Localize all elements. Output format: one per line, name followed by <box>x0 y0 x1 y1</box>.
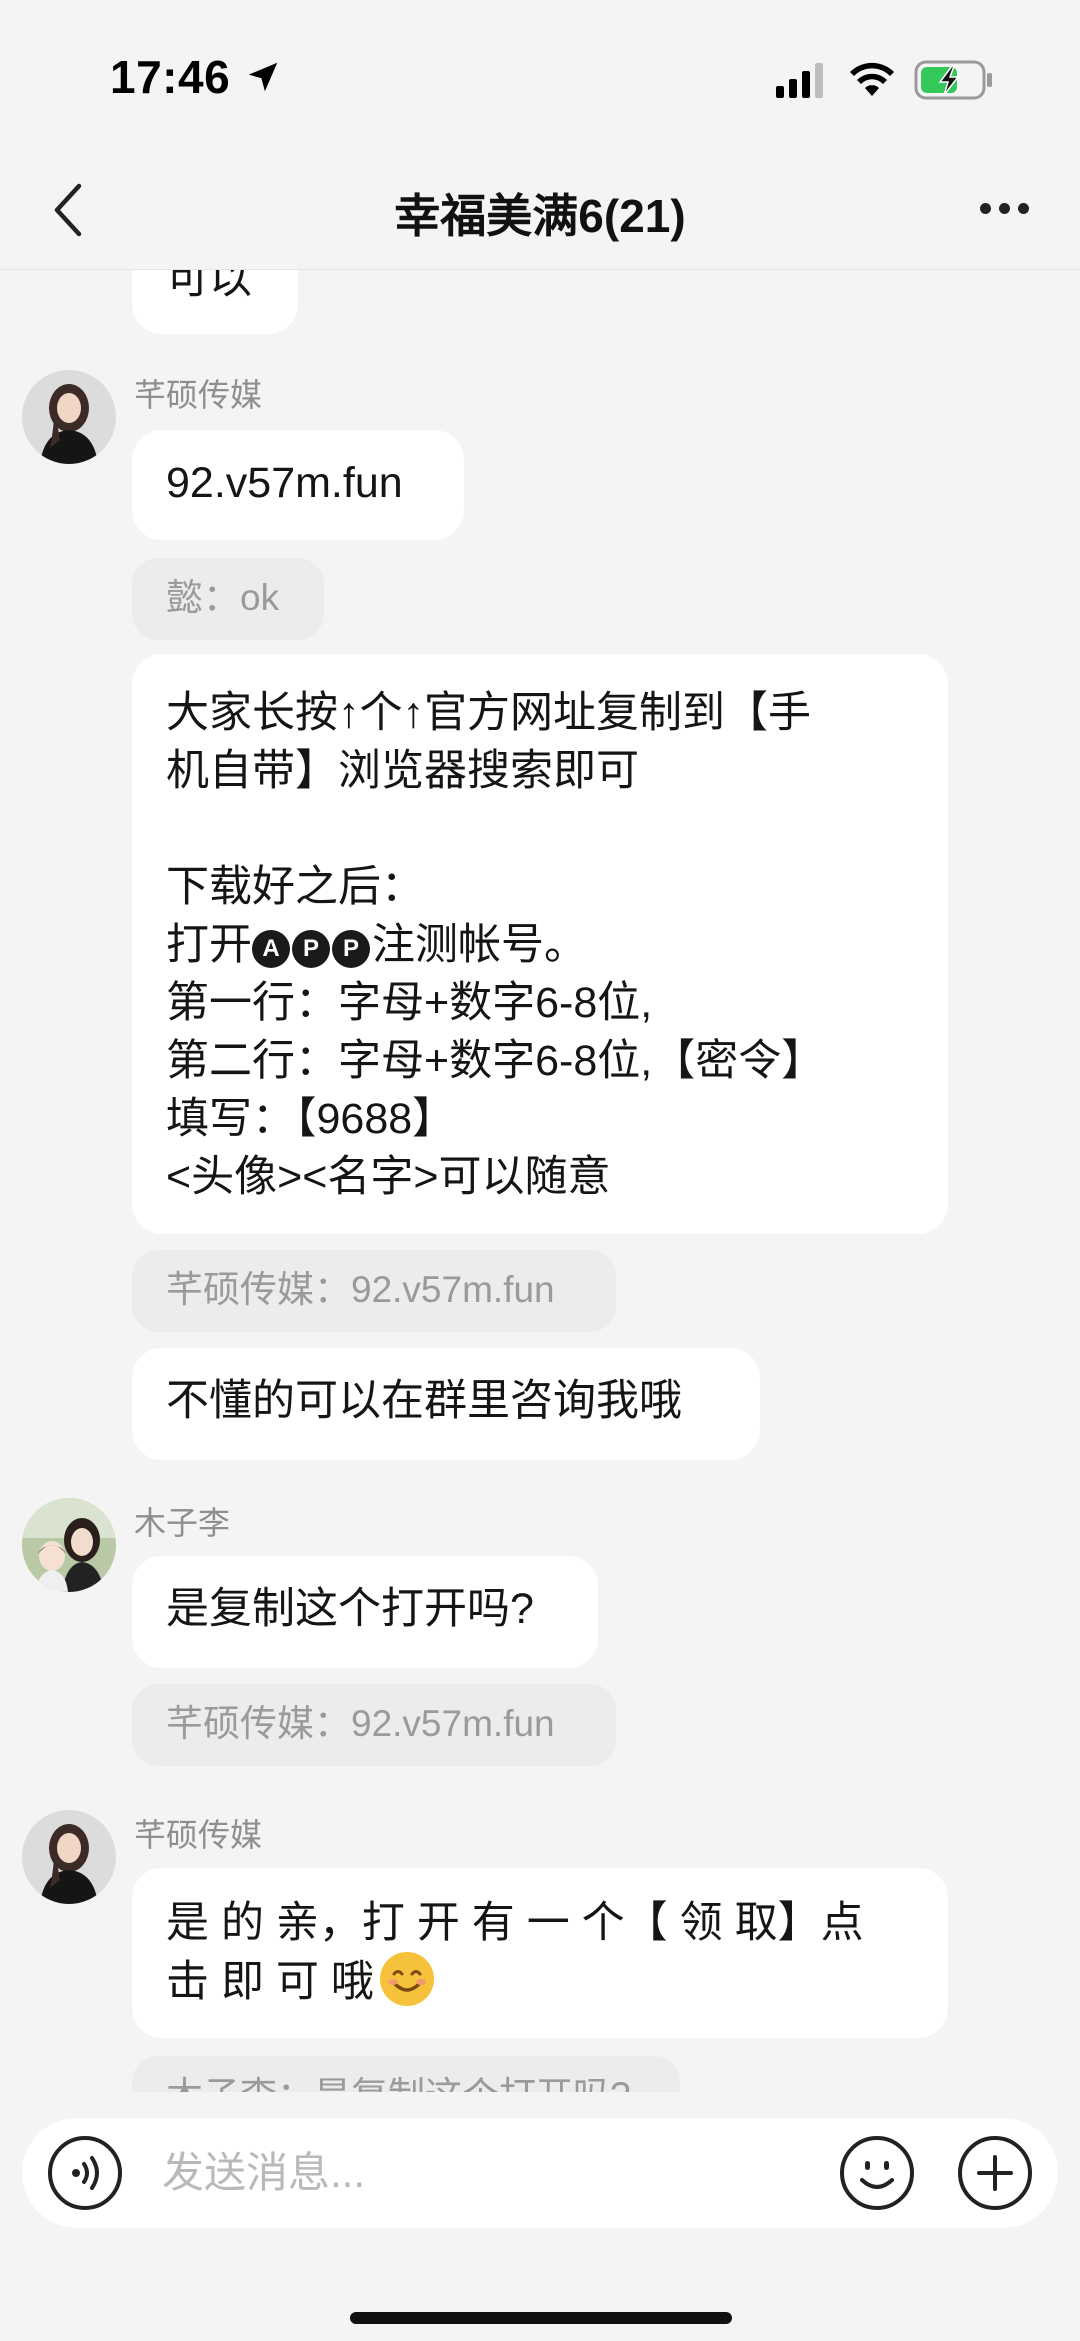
message-bubble[interactable]: 可以 <box>132 270 298 334</box>
message-line: 是 的 亲，打 开 有 一 个【 领 取】点 <box>166 1899 864 1947</box>
status-time: 17:46 <box>110 51 231 103</box>
message-line: 击 即 可 哦 <box>166 1952 914 2011</box>
message-line: 机自带】浏览器搜索即可 <box>166 747 639 795</box>
signal-icon <box>776 63 823 98</box>
input-bar <box>0 2092 1080 2341</box>
sender-name: 木子李 <box>134 1505 231 1541</box>
more-button[interactable] <box>964 180 1044 240</box>
location-arrow-icon <box>248 62 278 92</box>
message-line: <头像><名字>可以随意 <box>166 1153 611 1201</box>
input-pill <box>22 2118 1058 2228</box>
avatar[interactable] <box>22 1810 116 1904</box>
message-bubble[interactable]: 不懂的可以在群里咨询我哦 <box>132 1348 760 1460</box>
home-indicator <box>350 2312 732 2324</box>
circled-letter: A <box>252 930 290 968</box>
battery-charging-icon <box>914 60 992 100</box>
avatar[interactable] <box>22 370 116 464</box>
message-text: 击 即 可 哦 <box>166 1958 374 2006</box>
message-text: 92.v57m.fun <box>166 459 403 507</box>
quoted-reply[interactable]: 芊硕传媒：92.v57m.fun <box>132 1250 616 1332</box>
quoted-reply[interactable]: 木子李：是复制这个打开吗? <box>132 2056 680 2092</box>
message-text: 可以 <box>166 270 252 303</box>
more-dots-icon <box>976 201 1033 219</box>
add-icon[interactable] <box>956 2134 1034 2212</box>
emoji-icon[interactable] <box>838 2134 916 2212</box>
avatar[interactable] <box>22 1498 116 1592</box>
chat-screen: 17:46 幸福美满6(21) 可以 芊硕传媒 92.v57m.fun 懿：ok… <box>0 0 1080 2341</box>
quoted-reply[interactable]: 懿：ok <box>132 558 324 640</box>
message-text: 注测帐号。 <box>372 921 587 969</box>
message-line: 下载好之后： <box>166 863 424 911</box>
chat-title: 幸福美满6(21) <box>394 190 686 242</box>
voice-icon[interactable] <box>46 2134 124 2212</box>
message-bubble[interactable]: 大家长按↑个↑官方网址复制到【手 机自带】浏览器搜索即可 下载好之后： 打开 A P… <box>132 654 948 1234</box>
message-bubble[interactable]: 是 的 亲，打 开 有 一 个【 领 取】点 击 即 可 哦 <box>132 1868 948 2038</box>
message-bubble[interactable]: 是复制这个打开吗? <box>132 1556 598 1668</box>
message-line: 第二行：字母+数字6-8位,【密令】 <box>166 1037 825 1085</box>
wifi-icon <box>850 62 894 96</box>
message-line: 打开 A P P 注测帐号。 <box>166 916 914 974</box>
message-line: 大家长按↑个↑官方网址复制到【手 <box>166 689 811 737</box>
quoted-reply-text: 芊硕传媒：92.v57m.fun <box>166 1703 555 1744</box>
quoted-reply-text: 木子李：是复制这个打开吗? <box>166 2075 631 2092</box>
quoted-reply-text: 芊硕传媒：92.v57m.fun <box>166 1269 555 1310</box>
circled-letter: P <box>332 930 370 968</box>
message-input[interactable] <box>162 2138 822 2208</box>
message-text: 是复制这个打开吗? <box>166 1585 534 1633</box>
nav-bar: 幸福美满6(21) <box>0 150 1080 270</box>
quoted-reply[interactable]: 芊硕传媒：92.v57m.fun <box>132 1684 616 1766</box>
status-bar: 17:46 <box>0 0 1080 150</box>
sender-name: 芊硕传媒 <box>134 1817 263 1853</box>
message-bubble[interactable]: 92.v57m.fun <box>132 430 464 540</box>
message-text: 打开 <box>166 921 252 969</box>
message-line: 填写：【9688】 <box>166 1095 456 1143</box>
message-text: 不懂的可以在群里咨询我哦 <box>166 1377 682 1425</box>
message-line: 第一行：字母+数字6-8位, <box>166 979 653 1027</box>
sender-name: 芊硕传媒 <box>134 377 263 413</box>
quoted-reply-text: 懿：ok <box>166 577 280 618</box>
smiling-face-emoji-icon <box>379 1952 434 2006</box>
circled-letter: P <box>292 930 330 968</box>
message-list[interactable]: 可以 芊硕传媒 92.v57m.fun 懿：ok 大家长按↑个↑官方网址复制到【… <box>0 270 1080 2092</box>
